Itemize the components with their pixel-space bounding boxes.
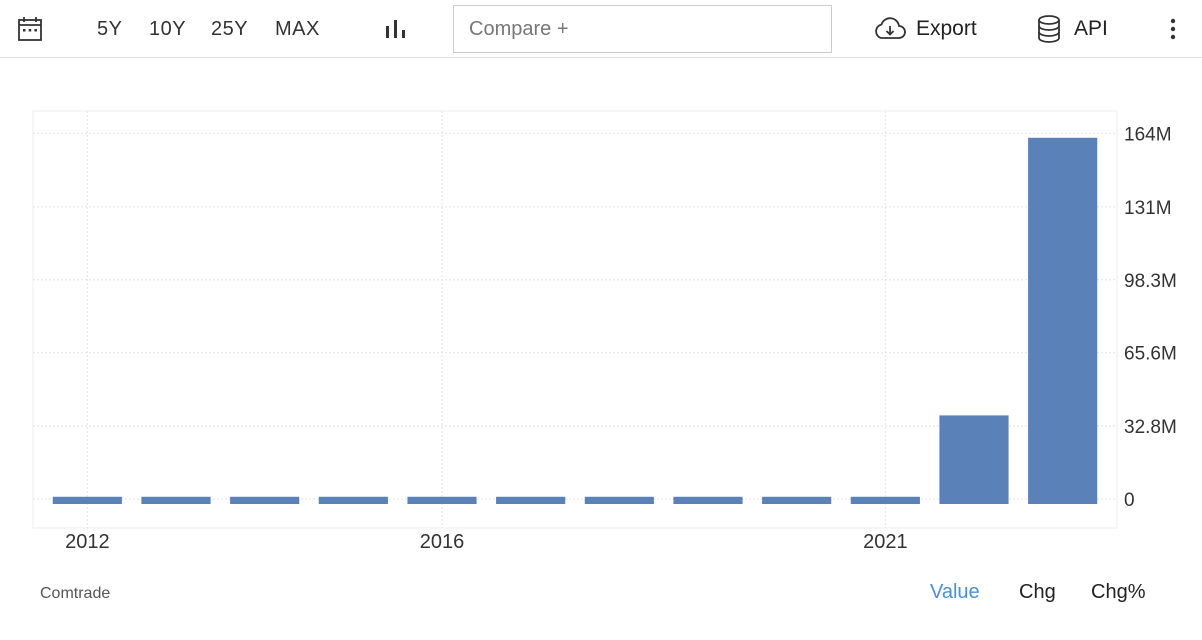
x-tick-label: 2016: [420, 531, 465, 553]
export-button[interactable]: Export: [872, 0, 977, 58]
y-tick-label: 131M: [1124, 198, 1172, 219]
view-chg-pct-option[interactable]: Chg%: [1091, 581, 1145, 604]
bar-chart-icon[interactable]: [384, 0, 408, 58]
view-value-option[interactable]: Value: [930, 581, 980, 604]
x-tick-label: 2012: [65, 531, 110, 553]
bar-2016: [407, 496, 477, 505]
bar-2014: [230, 496, 300, 505]
range-25y-button[interactable]: 25Y: [211, 0, 248, 58]
view-chg-option[interactable]: Chg: [1019, 581, 1056, 604]
bar-2021: [850, 496, 920, 505]
range-max-button[interactable]: MAX: [275, 0, 320, 58]
toolbar: 5Y 10Y 25Y MAX Export: [0, 0, 1202, 58]
database-icon: [1036, 14, 1062, 44]
bar-2022: [939, 415, 1009, 505]
export-label: Export: [916, 17, 977, 40]
chart-area: 0 32.8M 65.6M 98.3M 131M 164M 2012 2016 2021: [0, 58, 1202, 578]
bar-2012: [52, 496, 122, 505]
x-tick-label: 2021: [863, 531, 908, 553]
api-label: API: [1074, 17, 1108, 40]
api-button[interactable]: API: [1036, 0, 1108, 58]
y-tick-label: 98.3M: [1124, 271, 1177, 292]
bar-2023: [1028, 137, 1098, 505]
bar-2015: [318, 496, 388, 505]
more-vertical-icon[interactable]: [1166, 0, 1180, 58]
cloud-download-icon: [872, 16, 908, 42]
y-tick-label: 0: [1124, 490, 1135, 511]
bar-2019: [673, 496, 743, 505]
calendar-icon[interactable]: [16, 0, 44, 58]
compare-input[interactable]: [453, 5, 832, 53]
bar-2013: [141, 496, 211, 505]
range-5y-button[interactable]: 5Y: [97, 0, 122, 58]
y-tick-label: 164M: [1124, 124, 1172, 145]
bar-2020: [762, 496, 832, 505]
source-label: Comtrade: [40, 585, 111, 602]
bar-2017: [496, 496, 566, 505]
y-tick-label: 32.8M: [1124, 417, 1177, 438]
y-tick-label: 65.6M: [1124, 344, 1177, 365]
bar-chart: 0 32.8M 65.6M 98.3M 131M 164M 2012 2016 2021: [32, 110, 1177, 553]
range-10y-button[interactable]: 10Y: [149, 0, 186, 58]
bar-2018: [584, 496, 654, 505]
